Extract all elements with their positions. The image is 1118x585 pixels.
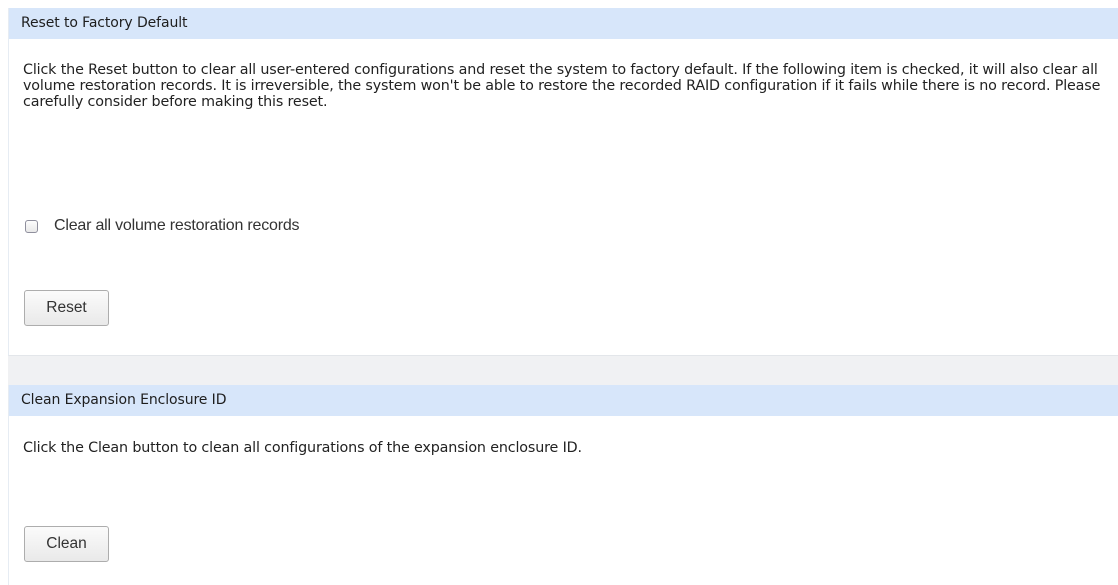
clean-enclosure-panel: Clean Expansion Enclosure ID Click the C… <box>8 385 1118 585</box>
section-separator <box>8 356 1118 385</box>
reset-factory-description: Click the Reset button to clear all user… <box>23 62 1101 110</box>
clear-records-option[interactable]: Clear all volume restoration records <box>25 216 300 236</box>
clean-button[interactable]: Clean <box>24 526 109 562</box>
clear-records-checkbox[interactable] <box>25 219 38 233</box>
reset-factory-header: Reset to Factory Default <box>9 8 1118 39</box>
clean-enclosure-description: Click the Clean button to clean all conf… <box>23 440 582 456</box>
clean-enclosure-header: Clean Expansion Enclosure ID <box>9 385 1118 416</box>
clear-records-label[interactable]: Clear all volume restoration records <box>54 217 300 235</box>
reset-factory-panel: Reset to Factory Default Click the Reset… <box>8 8 1118 356</box>
reset-button[interactable]: Reset <box>24 290 109 326</box>
